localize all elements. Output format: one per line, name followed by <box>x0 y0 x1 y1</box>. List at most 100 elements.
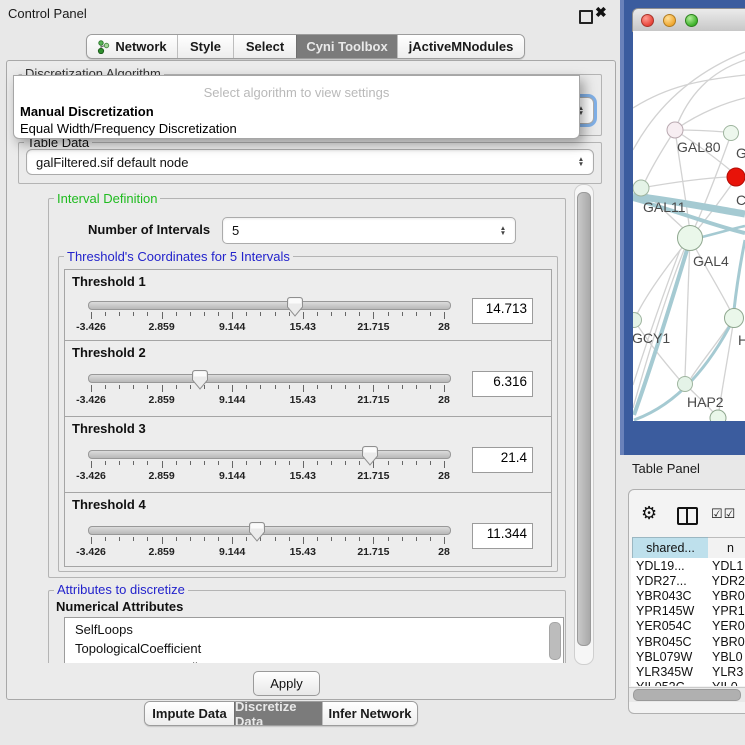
combo-arrows-icon: ▲▼ <box>495 226 511 236</box>
network-edge[interactable] <box>637 238 690 314</box>
close-window-icon[interactable] <box>641 14 654 27</box>
slider-tick <box>204 312 205 316</box>
slider-tick <box>147 385 148 389</box>
slider-tick <box>416 537 417 541</box>
table-data-combo[interactable]: galFiltered.sif default node ▲▼ <box>26 149 594 175</box>
slider-tick <box>204 537 205 541</box>
attributes-group-title: Attributes to discretize <box>54 582 188 597</box>
network-node-h[interactable] <box>725 309 744 328</box>
table-row[interactable]: YDL19...YDL1 <box>631 558 745 573</box>
network-node-ga[interactable] <box>724 126 739 141</box>
apply-button[interactable]: Apply <box>253 671 320 696</box>
cyni-tab-infer-network[interactable]: Infer Network <box>322 702 417 725</box>
slider-thumb[interactable] <box>287 297 303 317</box>
slider-tick <box>232 461 233 468</box>
table-row[interactable]: YBR043CYBR0 <box>631 588 745 603</box>
threshold-value-input[interactable]: 6.316 <box>472 371 533 397</box>
cyni-tab-impute-data[interactable]: Impute Data <box>145 702 234 725</box>
table-column-header-2[interactable]: n <box>708 537 745 559</box>
control-tab-select[interactable]: Select <box>233 35 296 58</box>
tab-label: Infer Network <box>328 706 411 721</box>
attribute-list-item[interactable]: TopologicalCoefficient <box>65 639 563 658</box>
float-window-icon[interactable] <box>579 10 593 24</box>
threshold-slider-track[interactable] <box>88 374 451 383</box>
threshold-value-input[interactable]: 14.713 <box>472 298 533 324</box>
slider-tick-label: 2.859 <box>137 394 187 406</box>
control-tab-jactivemnodules[interactable]: jActiveMNodules <box>397 35 524 58</box>
table-hscrollbar-thumb[interactable] <box>633 689 741 701</box>
slider-tick <box>402 385 403 389</box>
control-tab-style[interactable]: Style <box>177 35 233 58</box>
table-row[interactable]: YER054CYER0 <box>631 619 745 634</box>
numerical-attributes-list[interactable]: SelfLoopsTopologicalCoefficientBetweenne… <box>64 617 564 663</box>
table-row[interactable]: YLR345WYLR3 <box>631 664 745 679</box>
network-node-c[interactable] <box>727 168 745 186</box>
slider-tick <box>105 385 106 389</box>
network-edge[interactable] <box>691 318 734 378</box>
slider-tick <box>91 537 92 544</box>
settings-scrollbar-thumb[interactable] <box>577 192 591 646</box>
tab-label: Network <box>115 39 166 54</box>
slider-tick <box>190 385 191 389</box>
threshold-panel-1: Threshold 1-3.4262.8599.14415.4321.71528… <box>64 269 552 341</box>
threshold-slider-track[interactable] <box>88 301 451 310</box>
combo-arrows-icon: ▲▼ <box>573 157 589 167</box>
slider-tick <box>91 461 92 468</box>
threshold-value-input[interactable]: 21.4 <box>472 447 533 473</box>
network-node-gal11[interactable] <box>633 180 649 196</box>
network-edge-highlighted[interactable] <box>734 240 745 310</box>
slider-tick <box>402 312 403 316</box>
network-window-titlebar[interactable] <box>632 8 745 32</box>
slider-thumb[interactable] <box>362 446 378 466</box>
network-node-hap2[interactable] <box>678 377 693 392</box>
network-node-gcy1[interactable] <box>633 313 642 328</box>
slider-tick <box>373 312 374 319</box>
network-edge[interactable] <box>675 60 745 130</box>
network-node-gal4[interactable] <box>678 226 703 251</box>
cell-shared-name: YIL052C <box>631 680 712 686</box>
slider-thumb[interactable] <box>249 522 265 542</box>
algorithm-option[interactable]: Manual Discretization <box>18 104 575 121</box>
threshold-value-input[interactable]: 11.344 <box>472 523 533 549</box>
attribute-list-item[interactable]: BetweennessCentrality <box>65 658 563 663</box>
network-edge[interactable] <box>675 98 745 130</box>
close-panel-icon[interactable]: ✖ <box>595 4 607 21</box>
split-columns-icon[interactable] <box>677 507 698 525</box>
table-row[interactable]: YIL052CYIL0 <box>631 680 745 687</box>
algorithm-option[interactable]: Equal Width/Frequency Discretization <box>18 121 575 138</box>
list-scrollbar[interactable] <box>549 622 561 660</box>
node-table[interactable]: YDL19...YDL1YDR27...YDR2YBR043CYBR0YPR14… <box>631 558 745 686</box>
slider-tick <box>147 312 148 316</box>
network-node-gal80[interactable] <box>667 122 683 138</box>
control-tab-cyni-toolbox[interactable]: Cyni Toolbox <box>296 35 397 58</box>
slider-tick <box>317 312 318 316</box>
threshold-slider-track[interactable] <box>88 450 451 459</box>
threshold-slider-track[interactable] <box>88 526 451 535</box>
table-row[interactable]: YDR27...YDR2 <box>631 573 745 588</box>
column-header-label: shared... <box>646 541 695 555</box>
slider-tick-label: -3.426 <box>66 394 116 406</box>
cyni-tab-discretize-data[interactable]: Discretize Data <box>234 702 322 725</box>
slider-thumb[interactable] <box>192 370 208 390</box>
gear-icon[interactable]: ⚙ <box>641 503 657 524</box>
network-canvas[interactable]: GAL80GACGAL11GAL4GCY1HHAP2 <box>633 31 745 421</box>
network-edge[interactable] <box>643 130 675 186</box>
node-label: GA <box>736 145 745 161</box>
zoom-window-icon[interactable] <box>685 14 698 27</box>
column-checkboxes-icon[interactable]: ☑☑ <box>711 506 736 522</box>
table-column-header-1[interactable]: shared... <box>632 537 709 559</box>
node-label: GAL4 <box>693 253 729 269</box>
slider-tick <box>359 312 360 316</box>
number-of-intervals-combo[interactable]: 5 ▲▼ <box>222 217 516 244</box>
table-row[interactable]: YBR045CYBR0 <box>631 634 745 649</box>
minimize-window-icon[interactable] <box>663 14 676 27</box>
attribute-list-item[interactable]: SelfLoops <box>65 620 563 639</box>
table-row[interactable]: YBL079WYBL0 <box>631 649 745 664</box>
control-tab-network[interactable]: Network <box>87 35 177 58</box>
cell-shared-name: YPR145W <box>631 604 712 618</box>
slider-tick <box>402 461 403 465</box>
table-row[interactable]: YPR145WYPR1 <box>631 604 745 619</box>
network-node[interactable] <box>710 410 726 421</box>
slider-tick <box>91 385 92 392</box>
slider-tick-label: 28 <box>419 546 469 558</box>
